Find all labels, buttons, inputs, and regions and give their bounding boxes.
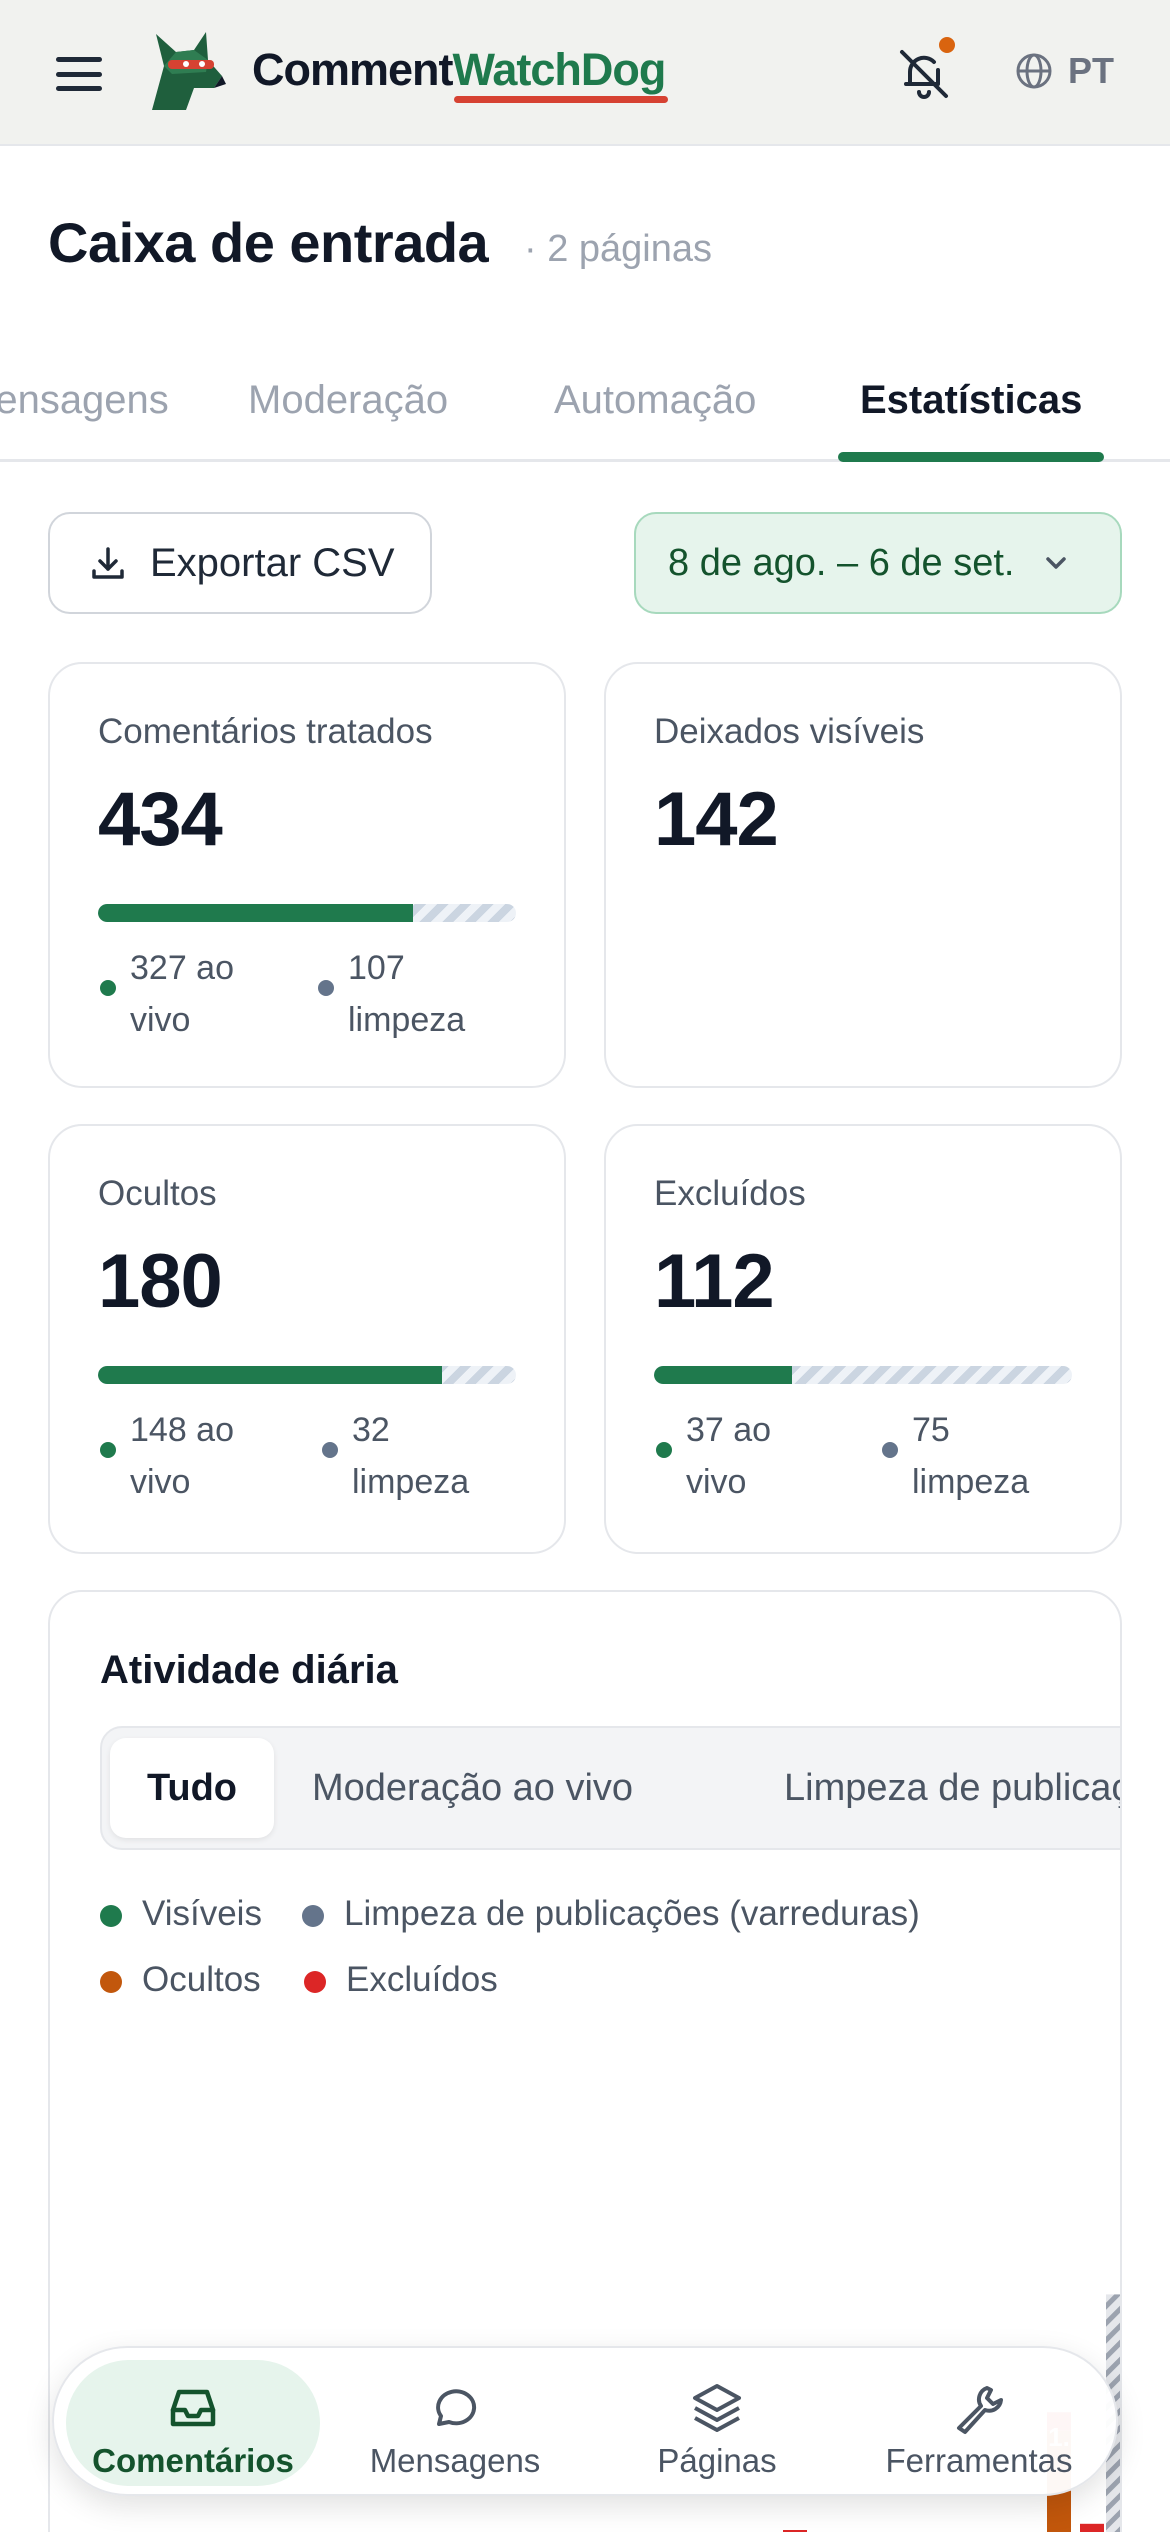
cleanup-count: 107 limpeza [318,942,498,1046]
tab-statistics[interactable]: Estatísticas [860,378,1082,423]
live-count: 148 ao vivo [100,1404,280,1508]
nav-comments[interactable]: Comentários [66,2360,320,2486]
nav-tools[interactable]: Ferramentas [852,2360,1106,2486]
cleanup-count: 32 limpeza [322,1404,502,1508]
stat-value: 434 [98,777,223,862]
stat-card-hidden: Ocultos 180 148 ao vivo 32 limpeza [48,1124,566,1554]
globe-icon [1016,53,1052,89]
stat-value: 112 [654,1239,775,1324]
tab-automation[interactable]: Automação [554,378,756,423]
live-cleanup-bar [98,1366,516,1384]
legend-deleted: Excluídos [304,1960,498,2000]
cleanup-count: 75 limpeza [882,1404,1062,1508]
live-count: 327 ao vivo [100,942,280,1046]
page-count: · 2 páginas [524,228,713,270]
export-csv-label: Exportar CSV [150,540,395,585]
app-header: CommentWatchDog PT [0,0,1170,146]
stat-card-visible: Deixados visíveis 142 [604,662,1122,1088]
nav-comments-label: Comentários [92,2442,294,2479]
tab-moderation[interactable]: Moderação [248,378,448,423]
stat-label: Ocultos [98,1174,217,1213]
bottom-navigation: Comentários Mensagens Páginas Ferramenta… [52,2346,1118,2496]
live-cleanup-bar [98,904,516,922]
filter-live-moderation[interactable]: Moderação ao vivo [312,1738,633,1838]
stat-card-handled: Comentários tratados 434 327 ao vivo 107… [48,662,566,1088]
brand-underline [454,96,668,103]
chat-bubble-icon [436,2389,477,2426]
activity-filter: Tudo Moderação ao vivo Limpeza de public… [100,1726,1120,1850]
stat-value: 180 [98,1239,223,1324]
language-code: PT [1068,50,1115,91]
chevron-down-icon [1045,557,1066,569]
nav-messages-label: Mensagens [369,2442,541,2479]
download-icon [92,547,124,579]
export-csv-button[interactable]: Exportar CSV [48,512,432,614]
nav-pages[interactable]: Páginas [590,2360,844,2486]
menu-icon[interactable] [56,57,102,91]
date-range-label: 8 de ago. – 6 de set. [668,541,1015,584]
live-cleanup-bar [654,1366,1072,1384]
stat-card-deleted: Excluídos 112 37 ao vivo 75 limpeza [604,1124,1122,1554]
filter-post-cleanup[interactable]: Limpeza de publicações [784,1738,1120,1838]
tab-messages[interactable]: Mensagens [0,378,169,423]
bar-excluídos-30 [1080,2523,1104,2532]
nav-pages-label: Páginas [657,2442,777,2479]
legend-cleanup: Limpeza de publicações (varreduras) [302,1894,920,1934]
brand-name: CommentWatchDog [252,44,666,95]
language-switcher[interactable]: PT [1014,50,1114,92]
wrench-icon [957,2386,1003,2434]
layers-icon [693,2384,741,2432]
page-title: Caixa de entrada [48,211,489,274]
tab-bar: Mensagens Moderação Automação Estatístic… [0,360,1170,462]
stat-label: Excluídos [654,1174,806,1213]
stat-value: 142 [654,777,779,862]
activity-title: Atividade diária [100,1648,398,1692]
nav-tools-label: Ferramentas [885,2442,1073,2479]
watchdog-logo-icon [152,32,226,110]
legend-hidden: Ocultos [100,1960,261,2000]
inbox-icon [170,2389,216,2427]
stat-label: Comentários tratados [98,712,433,751]
legend-visible: Visíveis [100,1894,262,1934]
filter-all[interactable]: Tudo [110,1738,274,1838]
active-tab-indicator [838,452,1104,462]
nav-messages[interactable]: Mensagens [328,2360,582,2486]
date-range-picker[interactable]: 8 de ago. – 6 de set. [634,512,1122,614]
stat-label: Deixados visíveis [654,712,925,751]
live-count: 37 ao vivo [656,1404,836,1508]
notification-badge [936,34,958,56]
